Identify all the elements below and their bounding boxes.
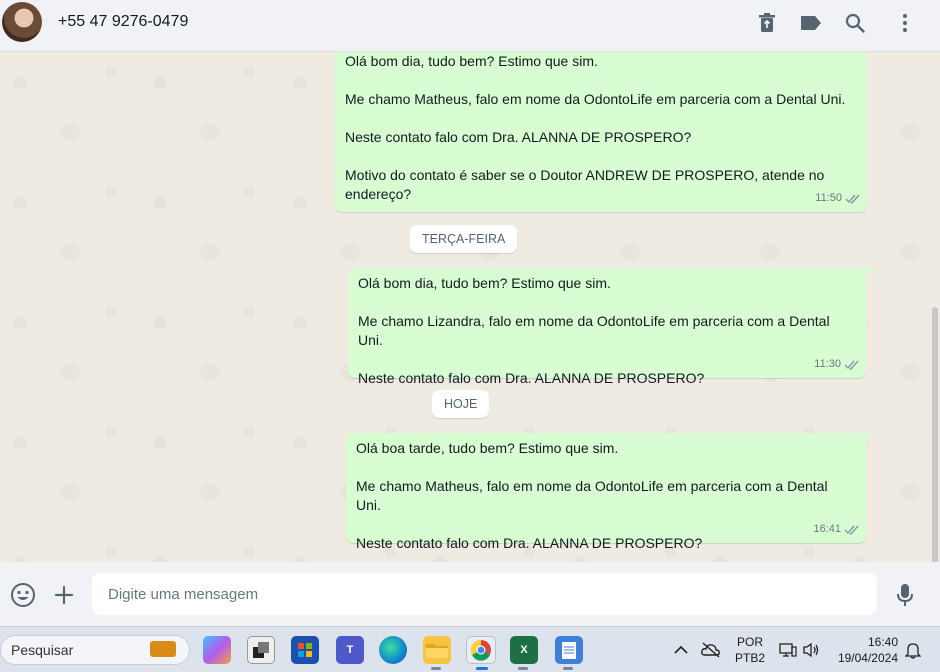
outgoing-message[interactable]: Olá bom dia, tudo bem? Estimo que sim. M… (348, 268, 873, 386)
briefcase-icon[interactable] (150, 641, 176, 657)
message-input[interactable] (92, 573, 877, 615)
message-time: 11:30 (814, 358, 841, 370)
message-list[interactable]: Olá bom dia, tudo bem? Estimo que sim. M… (0, 52, 940, 562)
task-view-icon[interactable] (247, 636, 275, 664)
volume-icon[interactable] (798, 637, 824, 663)
message-text: Me chamo Matheus, falo em nome da Odonto… (345, 91, 846, 107)
notification-bell-icon[interactable] (900, 637, 926, 663)
message-text: Me chamo Lizandra, falo em nome da Odont… (358, 313, 830, 348)
excel-icon[interactable]: X (510, 636, 538, 664)
delete-chat-icon[interactable] (754, 10, 780, 36)
teams-icon[interactable]: T (336, 636, 364, 664)
keyboard-layout-label: PTB2 (734, 651, 765, 665)
contact-avatar[interactable] (2, 2, 42, 42)
message-text: Me chamo Matheus, falo em nome da Odonto… (356, 478, 828, 513)
composer (0, 562, 940, 626)
message-text: Neste contato falo com Dra. ALANNA DE PR… (356, 535, 703, 551)
chat-header: +55 47 9276-0479 (0, 0, 940, 52)
copilot-icon[interactable] (203, 636, 231, 664)
chevron-up-icon[interactable] (668, 637, 694, 663)
contact-name[interactable]: +55 47 9276-0479 (58, 13, 188, 31)
message-text: Neste contato falo com Dra. ALANNA DE PR… (345, 129, 692, 145)
language-label: POR (736, 635, 763, 649)
message-time: 11:50 (815, 192, 842, 204)
message-text: Olá bom dia, tudo bem? Estimo que sim. (345, 53, 598, 69)
notepad-icon[interactable] (555, 636, 583, 664)
emoji-icon[interactable] (10, 582, 36, 608)
menu-icon[interactable] (892, 10, 918, 36)
file-explorer-icon[interactable] (423, 636, 451, 664)
microphone-icon[interactable] (892, 582, 918, 608)
read-ticks-icon (844, 360, 859, 370)
day-separator: HOJE (432, 390, 490, 418)
outgoing-message[interactable]: Olá bom dia, tudo bem? Estimo que sim. M… (335, 52, 867, 212)
day-separator: TERÇA-FEIRA (410, 225, 518, 253)
search-icon[interactable] (842, 10, 868, 36)
language-indicator[interactable]: POR PTB2 (730, 635, 770, 665)
store-icon[interactable] (291, 636, 319, 664)
scrollbar[interactable] (932, 307, 938, 562)
outgoing-message[interactable]: Olá boa tarde, tudo bem? Estimo que sim.… (346, 433, 873, 551)
message-text: Motivo do contato é saber se o Doutor AN… (345, 167, 825, 202)
message-meta: 16:41 (813, 520, 860, 539)
windows-taskbar: Pesquisar T X POR PTB2 16:40 19/04/2024 (0, 626, 940, 672)
message-meta: 11:30 (814, 355, 860, 374)
attach-plus-icon[interactable] (51, 582, 77, 608)
message-time: 16:41 (813, 523, 841, 535)
read-ticks-icon (845, 194, 860, 204)
edge-icon[interactable] (379, 636, 407, 664)
cloud-offline-icon[interactable] (698, 637, 724, 663)
label-icon[interactable] (798, 10, 824, 36)
message-text: Olá bom dia, tudo bem? Estimo que sim. (358, 275, 611, 291)
message-meta: 11:50 (815, 189, 861, 208)
chrome-icon[interactable] (466, 636, 496, 664)
message-text: Olá boa tarde, tudo bem? Estimo que sim. (356, 440, 619, 456)
read-ticks-icon (844, 525, 859, 535)
taskbar-search-label: Pesquisar (11, 642, 74, 658)
message-text: Neste contato falo com Dra. ALANNA DE PR… (358, 370, 705, 386)
